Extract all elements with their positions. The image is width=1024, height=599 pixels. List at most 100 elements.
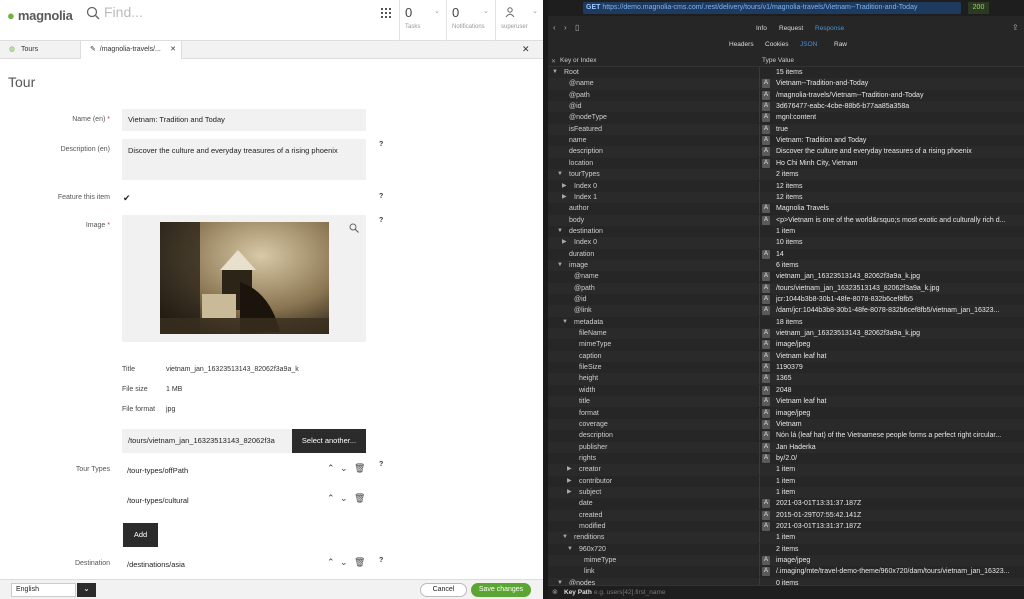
tab-info[interactable]: Info bbox=[756, 25, 767, 32]
help-icon[interactable]: ? bbox=[379, 557, 383, 564]
notifications-button[interactable]: 0 Notifications ⌄ bbox=[446, 0, 494, 41]
subtab-cookies[interactable]: Cookies bbox=[765, 41, 788, 48]
tab-tour-detail[interactable]: ✎ /magnolia-travels/... ✕ bbox=[80, 41, 182, 59]
json-row[interactable]: mimeType Aimage/jpeg bbox=[548, 555, 1024, 567]
expand-triangle-icon[interactable]: ▶ bbox=[567, 487, 572, 498]
language-select[interactable]: English bbox=[11, 583, 76, 597]
json-row[interactable]: ▼ metadata 18 items bbox=[548, 316, 1024, 328]
json-row[interactable]: ▼ renditions 1 item bbox=[548, 532, 1024, 544]
move-up-icon[interactable]: ⌃ bbox=[327, 493, 335, 504]
trash-icon[interactable]: 🗑 bbox=[354, 557, 365, 568]
tour-type-item[interactable]: /tour-types/cultural bbox=[127, 496, 189, 505]
json-row[interactable]: description A Nón lá (leaf hat) of the Vie… bbox=[548, 430, 1024, 442]
select-another-button[interactable]: Select another... bbox=[292, 429, 366, 453]
key-path-input[interactable]: e.g. users[42].first_name bbox=[594, 589, 666, 596]
tour-image[interactable] bbox=[160, 222, 329, 334]
json-row[interactable]: height A 1365 bbox=[548, 373, 1024, 385]
description-field[interactable]: Discover the culture and everyday treasu… bbox=[122, 139, 366, 180]
close-all-icon[interactable]: ✕ bbox=[522, 44, 530, 55]
json-row[interactable]: ▼ destination 1 item bbox=[548, 225, 1024, 237]
subtab-raw[interactable]: Raw bbox=[834, 41, 847, 48]
trash-icon[interactable]: 🗑 bbox=[354, 463, 365, 474]
back-icon[interactable]: ‹ bbox=[553, 23, 556, 32]
json-row[interactable]: @id A 3d676477-eabc-4cbe-88b6-b77aa85a358a bbox=[548, 101, 1024, 113]
json-row[interactable]: @id Ajcr:1044b3b8-30b1-48fe-8078-832b6cef… bbox=[548, 294, 1024, 305]
expand-triangle-icon[interactable]: ▶ bbox=[567, 464, 572, 475]
name-field[interactable]: Vietnam: Tradition and Today bbox=[122, 109, 366, 131]
expand-triangle-icon[interactable]: ▶ bbox=[567, 476, 572, 487]
json-row[interactable]: rights Aby/2.0/ bbox=[548, 452, 1024, 464]
search-input[interactable]: Find... bbox=[104, 4, 143, 20]
json-row[interactable]: width A 2048 bbox=[548, 384, 1024, 396]
tab-response[interactable]: Response bbox=[815, 25, 844, 32]
json-row[interactable]: format Aimage/jpeg bbox=[548, 407, 1024, 419]
json-row[interactable]: description A Discover the culture and eve… bbox=[548, 146, 1024, 158]
json-row[interactable]: ▼ Root 15 items bbox=[548, 67, 1024, 78]
json-row[interactable]: ▶ creator 1 item bbox=[548, 464, 1024, 476]
save-changes-button[interactable]: Save changes bbox=[471, 583, 531, 597]
json-row[interactable]: fileName Avietnam_jan_16323513143_82062f3… bbox=[548, 328, 1024, 340]
json-row[interactable]: ▼ image 6 items bbox=[548, 259, 1024, 272]
move-down-icon[interactable]: ⌄ bbox=[340, 493, 348, 504]
json-row[interactable]: fileSize A 1190379 bbox=[548, 362, 1024, 374]
expand-triangle-icon[interactable]: ▶ bbox=[562, 192, 567, 203]
share-icon[interactable]: ⇪ bbox=[1012, 23, 1019, 32]
collapse-triangle-icon[interactable]: ▼ bbox=[557, 169, 563, 180]
json-row[interactable]: ▶ Index 0 12 items bbox=[548, 180, 1024, 192]
json-row[interactable]: ▶ subject 1 item bbox=[548, 486, 1024, 499]
json-row[interactable]: name A Vietnam: Tradition and Today bbox=[548, 135, 1024, 147]
subtab-headers[interactable]: Headers bbox=[729, 41, 754, 48]
expand-triangle-icon[interactable]: ▶ bbox=[562, 237, 567, 248]
json-row[interactable]: publisher A Jan Haderka bbox=[548, 441, 1024, 453]
add-tour-type-button[interactable]: Add bbox=[123, 523, 158, 547]
json-row[interactable]: ▼ 960x720 2 items bbox=[548, 543, 1024, 555]
magnolia-logo[interactable]: ● magnolia bbox=[7, 8, 73, 23]
subtab-json[interactable]: JSON bbox=[800, 41, 817, 48]
cancel-button[interactable]: Cancel bbox=[420, 583, 467, 597]
expand-all-icon[interactable]: ✕ bbox=[551, 58, 556, 65]
json-row[interactable]: date A 2021-03-01T13:31:37.187Z bbox=[548, 498, 1024, 510]
destination-item[interactable]: /destinations/asia bbox=[127, 560, 185, 569]
move-up-icon[interactable]: ⌃ bbox=[327, 557, 335, 568]
json-row[interactable]: coverage A Vietnam bbox=[548, 418, 1024, 431]
help-icon[interactable]: ? bbox=[379, 461, 383, 468]
tour-type-item[interactable]: /tour-types/offPath bbox=[127, 466, 188, 475]
move-up-icon[interactable]: ⌃ bbox=[327, 463, 335, 474]
expand-triangle-icon[interactable]: ▶ bbox=[562, 181, 567, 192]
collapse-triangle-icon[interactable]: ▼ bbox=[562, 532, 568, 543]
json-row[interactable]: @name Avietnam_jan_16323513143_82062f3a9a… bbox=[548, 271, 1024, 283]
close-tab-icon[interactable]: ✕ bbox=[170, 41, 176, 59]
apps-grid-icon[interactable] bbox=[381, 8, 391, 18]
tab-request[interactable]: Request bbox=[779, 25, 803, 32]
json-row[interactable]: caption A Vietnam leaf hat bbox=[548, 350, 1024, 363]
json-row[interactable]: modified A 2021-03-01T13:31:37.187Z bbox=[548, 521, 1024, 532]
json-row[interactable]: @nodeType Amgnl:content bbox=[548, 112, 1024, 124]
json-row[interactable]: @link A/dam/jcr:1044b3b8-30b1-48fe-8078-8… bbox=[548, 305, 1024, 317]
json-row[interactable]: mimeType Aimage/jpeg bbox=[548, 339, 1024, 351]
collapse-triangle-icon[interactable]: ▼ bbox=[567, 544, 573, 555]
forward-icon[interactable]: › bbox=[564, 23, 567, 32]
json-row[interactable]: title A Vietnam leaf hat bbox=[548, 396, 1024, 408]
image-path-field[interactable]: /tours/vietnam_jan_16323513143_82062f3a bbox=[122, 429, 292, 453]
chevron-down-icon[interactable]: ⌄ bbox=[77, 583, 96, 597]
json-row[interactable]: @path A/magnolia-travels/Vietnam--Traditi… bbox=[548, 89, 1024, 101]
json-row[interactable]: ▶ contributor 1 item bbox=[548, 475, 1024, 487]
json-row[interactable]: location A Ho Chi Minh City, Vietnam bbox=[548, 157, 1024, 169]
trash-icon[interactable]: 🗑 bbox=[354, 493, 365, 504]
move-down-icon[interactable]: ⌄ bbox=[340, 463, 348, 474]
help-icon[interactable]: ? bbox=[379, 217, 383, 224]
json-row[interactable]: @path A/tours/vietnam_jan_16323513143_820… bbox=[548, 282, 1024, 294]
help-icon[interactable]: ? bbox=[379, 193, 383, 200]
request-url[interactable]: GET https://demo.magnolia-cms.com/.rest/… bbox=[583, 2, 961, 14]
json-row[interactable]: @name A Vietnam--Tradition-and-Today bbox=[548, 78, 1024, 90]
zoom-icon[interactable] bbox=[349, 223, 359, 233]
json-row[interactable]: created A 2015-01-29T07:55:42.141Z bbox=[548, 509, 1024, 521]
collapse-triangle-icon[interactable]: ▼ bbox=[557, 260, 563, 271]
tab-tours[interactable]: ◍ Tours bbox=[0, 41, 80, 59]
json-row[interactable]: ▶ Index 0 10 items bbox=[548, 237, 1024, 249]
json-row[interactable]: duration A 14 bbox=[548, 248, 1024, 260]
json-row[interactable]: ▼ tourTypes 2 items bbox=[548, 169, 1024, 181]
json-row[interactable]: isFeatured Atrue bbox=[548, 123, 1024, 136]
collapse-triangle-icon[interactable]: ▼ bbox=[562, 317, 568, 328]
user-menu-button[interactable]: superuser ⌄ bbox=[495, 0, 543, 41]
